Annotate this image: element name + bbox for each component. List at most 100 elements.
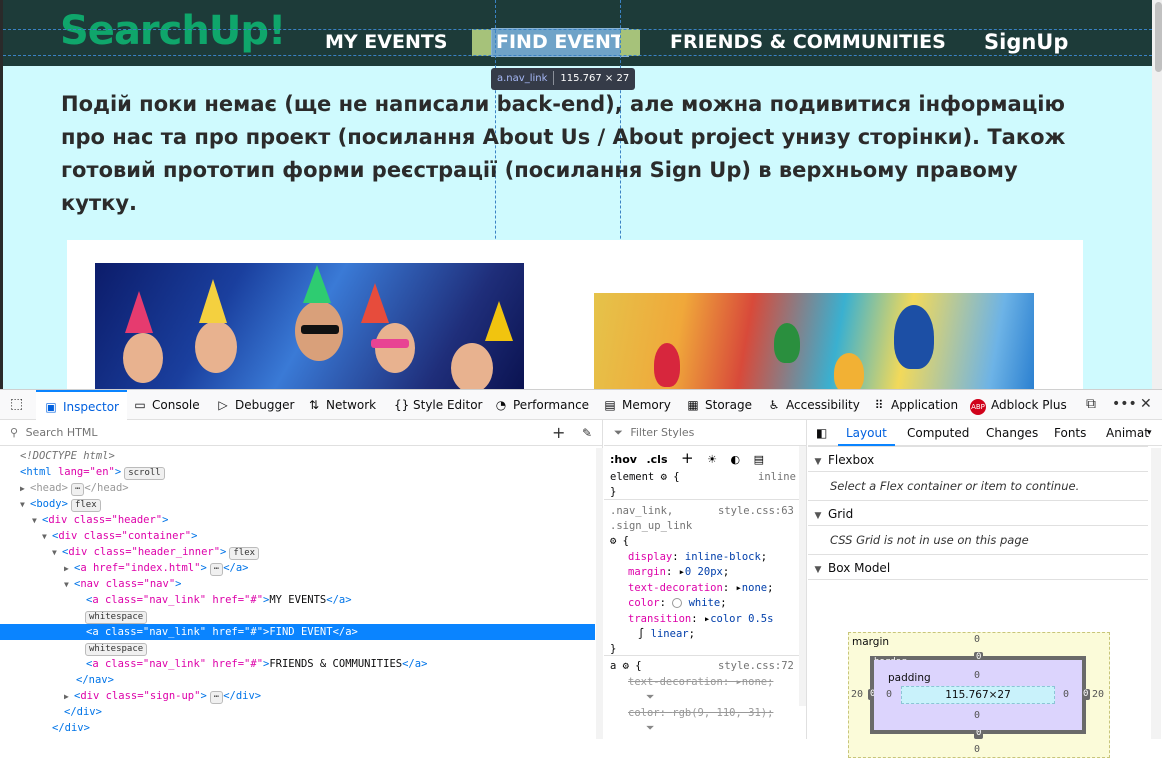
- tab-layout[interactable]: Layout: [838, 420, 895, 446]
- flexbox-section-header[interactable]: ▼ Flexbox: [808, 446, 1148, 472]
- tree-div-close[interactable]: </div>: [0, 704, 595, 720]
- storage-icon: ▦: [687, 398, 699, 412]
- markup-scrollbar[interactable]: [596, 448, 603, 739]
- overridden-filter-icon[interactable]: ⏷: [646, 721, 654, 737]
- decl-transition-timing[interactable]: ∫ linear;: [638, 627, 695, 643]
- page-scrollbar-thumb[interactable]: [1155, 2, 1162, 72]
- tab-changes[interactable]: Changes: [986, 420, 1038, 446]
- layout-scrollbar[interactable]: [1151, 448, 1161, 739]
- print-media-icon[interactable]: ▤: [754, 453, 764, 466]
- site-logo[interactable]: SearchUp!: [60, 8, 286, 54]
- tab-console[interactable]: ▭ Console: [133, 390, 199, 420]
- close-icon[interactable]: ✕: [1140, 396, 1152, 412]
- tree-a-my-events[interactable]: <a class="nav_link" href="#">MY EVENTS</…: [0, 592, 595, 608]
- timing-function-icon[interactable]: ∫: [638, 628, 644, 640]
- tree-div-header[interactable]: ▼ <div class="header">: [0, 512, 595, 528]
- board-games-image[interactable]: [594, 293, 1034, 389]
- tree-body[interactable]: ▼ <body> flex: [0, 496, 595, 512]
- page-viewport: SearchUp! MY EVENTS FIND EVENT FRIENDS &…: [0, 0, 1162, 389]
- tab-fonts[interactable]: Fonts: [1054, 420, 1086, 446]
- decl-color[interactable]: color: white;: [628, 596, 727, 612]
- tree-div-container[interactable]: ▼ <div class="container">: [0, 528, 595, 544]
- eyedropper-icon[interactable]: ✎: [582, 420, 592, 446]
- filter-styles-input[interactable]: Filter Styles: [630, 426, 694, 439]
- decl-a-color[interactable]: color: rgb(9, 110, 31);: [628, 706, 773, 722]
- devtools-panel: ⬚ ▣ Inspector ▭ Console ▷ Debugger ⇅ Network…: [0, 389, 1162, 758]
- decl-a-text-decoration[interactable]: text-decoration: ▸none;: [628, 675, 773, 691]
- add-rule-icon[interactable]: +: [681, 449, 694, 467]
- tab-accessibility[interactable]: ♿ Accessibility: [767, 390, 860, 420]
- signup-link[interactable]: SignUp: [984, 29, 1068, 56]
- hov-button[interactable]: :hov: [610, 453, 637, 466]
- tab-adblock-plus[interactable]: ABP Adblock Plus: [970, 390, 1067, 420]
- tab-inspector[interactable]: ▣ Inspector: [36, 390, 127, 420]
- margin-bottom-value[interactable]: 0: [974, 744, 980, 755]
- layout-tabbar: ◧ Layout Computed Changes Fonts Animat ▾: [808, 420, 1162, 446]
- tab-storage[interactable]: ▦ Storage: [686, 390, 752, 420]
- color-swatch-icon[interactable]: [672, 598, 683, 608]
- decl-display[interactable]: display: inline-block;: [628, 550, 767, 566]
- tree-div-close[interactable]: </div>: [0, 720, 595, 736]
- overridden-filter-icon[interactable]: ⏷: [646, 690, 654, 706]
- nav-friends-communities[interactable]: FRIENDS & COMMUNITIES: [670, 29, 946, 56]
- border-right-value[interactable]: 0: [1081, 689, 1091, 700]
- tree-head[interactable]: ▶ <head> ⋯ </head>: [0, 480, 595, 496]
- tree-a-index[interactable]: ▶ <a href="index.html"> ⋯ </a>: [0, 560, 595, 576]
- tab-style-editor[interactable]: {} Style Editor: [394, 390, 482, 420]
- tree-whitespace[interactable]: whitespace: [0, 608, 595, 624]
- tree-whitespace[interactable]: whitespace: [0, 640, 595, 656]
- tree-a-friends[interactable]: <a class="nav_link" href="#">FRIENDS & C…: [0, 656, 595, 672]
- site-header: SearchUp! MY EVENTS FIND EVENT FRIENDS &…: [3, 0, 1152, 66]
- light-scheme-icon[interactable]: ☀: [707, 453, 717, 466]
- margin-right-value[interactable]: 20: [1092, 689, 1104, 700]
- decl-text-decoration[interactable]: text-decoration: ▸none;: [628, 581, 773, 597]
- tree-html[interactable]: <html lang="en"> scroll: [0, 464, 595, 480]
- tab-animations[interactable]: Animat: [1106, 420, 1150, 446]
- rule-a-selector[interactable]: a ⚙ {style.css:72: [610, 659, 794, 675]
- rules-scrollbar[interactable]: [799, 446, 806, 706]
- padding-top-value[interactable]: 0: [974, 670, 980, 681]
- box-model-diagram: margin 0 20 20 0 border 0 0 0 0 padding …: [848, 632, 1110, 760]
- tab-debugger[interactable]: ▷ Debugger: [216, 390, 294, 420]
- box-model-content-size[interactable]: 115.767×27: [901, 686, 1055, 704]
- console-icon: ▭: [134, 398, 146, 412]
- padding-right-value[interactable]: 0: [1063, 689, 1069, 700]
- tree-div-header-inner[interactable]: ▼ <div class="header_inner"> flex: [0, 544, 595, 560]
- margin-left-value[interactable]: 20: [851, 689, 863, 700]
- dark-scheme-icon[interactable]: ◐: [730, 453, 740, 466]
- rule-element[interactable]: element ⚙ {inline: [610, 470, 796, 486]
- search-html-input[interactable]: Search HTML: [26, 426, 98, 439]
- party-image[interactable]: [95, 263, 524, 389]
- filter-icon: ⏷: [614, 426, 623, 439]
- tab-application[interactable]: ⠿ Application: [872, 390, 958, 420]
- toggle-sidebar-icon[interactable]: ◧: [816, 420, 827, 446]
- tree-doctype[interactable]: <!DOCTYPE html>: [0, 448, 595, 464]
- guide-line-bottom: [3, 55, 1152, 56]
- page-scrollbar[interactable]: [1152, 0, 1162, 389]
- tabs-overflow-chevron-icon[interactable]: ▾: [1147, 420, 1152, 446]
- tab-memory[interactable]: ▤ Memory: [603, 390, 670, 420]
- decl-margin[interactable]: margin: ▸0 20px;: [628, 565, 729, 581]
- padding-bottom-value[interactable]: 0: [974, 710, 980, 721]
- grid-section-header[interactable]: ▼ Grid: [808, 500, 1148, 526]
- cls-button[interactable]: .cls: [646, 453, 667, 466]
- tab-computed[interactable]: Computed: [907, 420, 969, 446]
- box-model-section-header[interactable]: ▼ Box Model: [808, 554, 1148, 580]
- dock-toggle-icon[interactable]: ⧉: [1086, 396, 1096, 412]
- tree-nav[interactable]: ▼ <nav class="nav">: [0, 576, 595, 592]
- tree-div-sign-up[interactable]: ▶ <div class="sign-up"> ⋯ </div>: [0, 688, 595, 704]
- tree-a-find-event-selected[interactable]: <a class="nav_link" href="#">FIND EVENT<…: [0, 624, 595, 640]
- margin-top-value[interactable]: 0: [974, 634, 980, 645]
- nav-find-event[interactable]: FIND EVENT: [491, 28, 629, 57]
- add-node-icon[interactable]: +: [552, 420, 565, 446]
- nav-my-events[interactable]: MY EVENTS: [325, 29, 448, 56]
- padding-left-value[interactable]: 0: [886, 689, 892, 700]
- tree-nav-close[interactable]: </nav>: [0, 672, 595, 688]
- element-picker-icon[interactable]: ⬚: [10, 396, 23, 412]
- rule-nav-link-selector[interactable]: .nav_link, style.css:63: [610, 504, 794, 520]
- tab-network[interactable]: ⇅ Network: [307, 390, 376, 420]
- rule-sign-up-selector[interactable]: .sign_up_link: [610, 519, 692, 535]
- decl-transition[interactable]: transition: ▸color 0.5s: [628, 612, 773, 628]
- tab-performance[interactable]: ◔ Performance: [494, 390, 589, 420]
- more-options-icon[interactable]: •••: [1112, 396, 1137, 412]
